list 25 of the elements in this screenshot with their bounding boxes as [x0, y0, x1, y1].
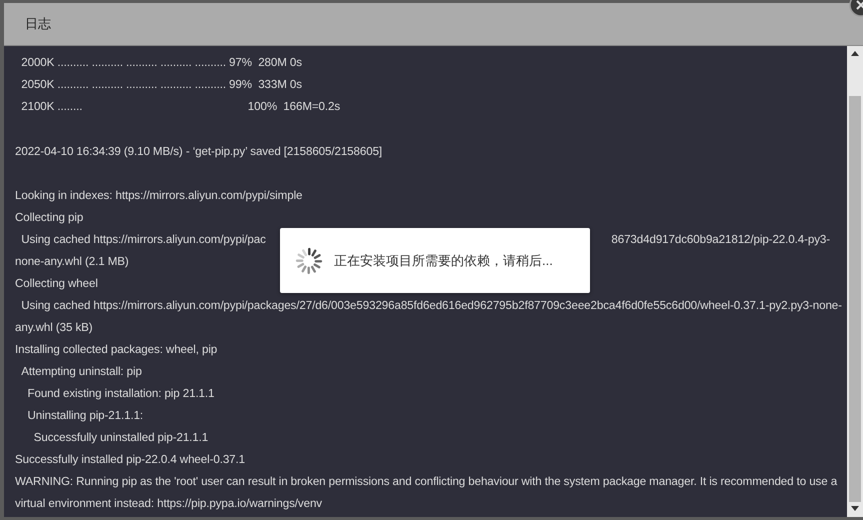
scroll-up-icon[interactable] [851, 51, 859, 56]
scrollbar[interactable] [847, 46, 863, 517]
log-line: Installing collected packages: wheel, pip [15, 342, 218, 358]
log-line: Attempting uninstall: pip [20, 364, 142, 380]
log-line: Successfully installed pip-22.0.4 wheel-0.37.1 [15, 452, 245, 468]
log-line: Using cached https://mirrors.aliyun.com/pypi/pac [20, 232, 266, 248]
log-line: Looking in indexes: https://mirrors.aliyun.com/pypi/simple [15, 188, 302, 204]
log-line: 2000K .......... .......... .......... .......... .......... 97% 280M 0s [20, 55, 302, 71]
loading-message: 正在安装项目所需要的依赖，请稍后... [334, 252, 553, 270]
log-line: 8673d4d917dc60b9a21812/pip-22.0.4-py3- [611, 232, 830, 248]
log-line: Uninstalling pip-21.1.1: [26, 408, 144, 424]
log-line: 2022-04-10 16:34:39 (9.10 MB/s) - ‘get-pip.py’ saved [2158605/2158605] [15, 144, 382, 160]
log-line: Collecting pip [15, 210, 84, 226]
log-line: Collecting wheel [15, 276, 98, 292]
loading-spinner-icon [294, 246, 324, 276]
scrollbar-thumb[interactable] [849, 96, 861, 502]
scroll-down-icon[interactable] [851, 506, 859, 511]
log-line: 2050K .......... .......... .......... .......... .......... 99% 333M 0s [20, 77, 302, 93]
log-line: WARNING: Running pip as the 'root' user can result in broken permissions and conflicting behaviour with the system package manager. It is recommended to use a virtual environment instead: https://pip.pypa.io/warnings/venv [15, 474, 838, 512]
log-line: Successfully uninstalled pip-21.1.1 [32, 430, 208, 446]
log-line: 2100K ........ 100% 166M=0.2s [20, 99, 340, 115]
log-line: Found existing installation: pip 21.1.1 [26, 386, 214, 402]
log-line: none-any.whl (2.1 MB) [15, 254, 129, 270]
dialog-title: 日志 [25, 15, 51, 33]
log-line: Using cached https://mirrors.aliyun.com/pypi/packages/27/d6/003e593296a85fd6ed616ed962795b2f87709c3eee2bca4f6d0fe55c6d00/wheel-0.37.1-py2.py3-none-any.whl (35 kB) [15, 298, 843, 336]
